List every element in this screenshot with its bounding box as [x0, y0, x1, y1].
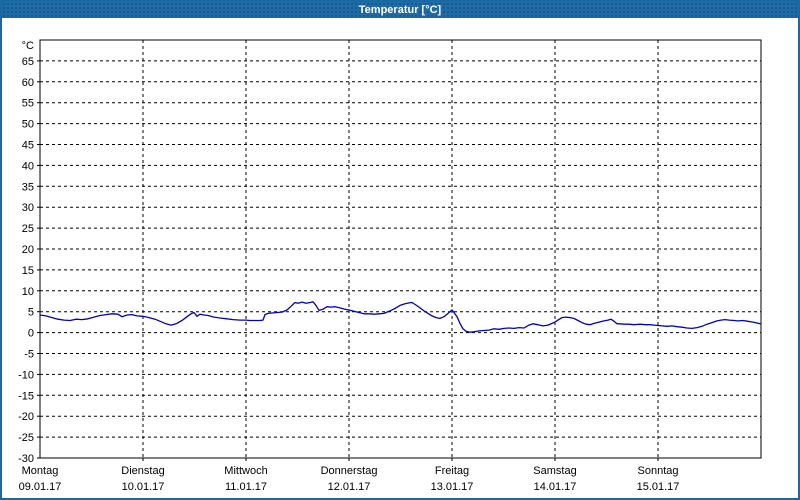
svg-text:40: 40 [22, 160, 34, 172]
svg-text:25: 25 [22, 223, 34, 235]
x-axis-date-label: 13.01.17 [431, 481, 474, 493]
svg-text:55: 55 [22, 98, 34, 110]
x-axis-day-label: Dienstag [121, 465, 164, 477]
svg-text:10: 10 [22, 286, 34, 298]
svg-text:-30: -30 [18, 453, 34, 465]
svg-text:45: 45 [22, 140, 34, 152]
x-axis-day-label: Sonntag [638, 465, 679, 477]
svg-text:20: 20 [22, 244, 34, 256]
svg-text:50: 50 [22, 119, 34, 131]
x-axis-date-label: 12.01.17 [328, 481, 371, 493]
svg-text:65: 65 [22, 56, 34, 68]
svg-text:5: 5 [28, 307, 34, 319]
svg-text:-15: -15 [18, 390, 34, 402]
x-axis-date-label: 14.01.17 [534, 481, 577, 493]
svg-text:-10: -10 [18, 369, 34, 381]
x-axis-day-label: Freitag [435, 465, 469, 477]
window-titlebar[interactable]: Temperatur [°C] [2, 2, 798, 18]
svg-text:°C: °C [22, 40, 34, 52]
svg-text:0: 0 [28, 328, 34, 340]
x-axis-date-label: 15.01.17 [637, 481, 680, 493]
svg-text:-5: -5 [24, 349, 34, 361]
svg-text:60: 60 [22, 77, 34, 89]
chart-area: -30 -25 -20 -15 -10 -5 0 5 10 15 20 25 30 35 40 45 50 55 6… [2, 18, 798, 498]
temperature-line [39, 301, 761, 333]
x-axis-date-label: 11.01.17 [225, 481, 267, 493]
svg-text:30: 30 [22, 202, 34, 214]
x-axis-date-label: 10.01.17 [122, 481, 165, 493]
svg-text:15: 15 [22, 265, 34, 277]
x-axis-day-label: Donnerstag [321, 465, 378, 477]
svg-text:35: 35 [22, 181, 34, 193]
temperature-chart: -30 -25 -20 -15 -10 -5 0 5 10 15 20 25 30 35 40 45 50 55 6… [18, 39, 762, 493]
svg-text:-20: -20 [18, 411, 34, 423]
svg-text:-25: -25 [18, 432, 34, 444]
app-window: Temperatur [°C] -30 -25 -20 -15 -10 -5 0 5 10 15 2… [0, 0, 800, 500]
x-axis-date-label: 09.01.17 [19, 481, 62, 493]
x-axis-day-label: Montag [22, 465, 59, 477]
x-axis-day-label: Mittwoch [224, 465, 267, 477]
x-axis-day-label: Samstag [533, 465, 576, 477]
window-title: Temperatur [°C] [358, 4, 442, 16]
